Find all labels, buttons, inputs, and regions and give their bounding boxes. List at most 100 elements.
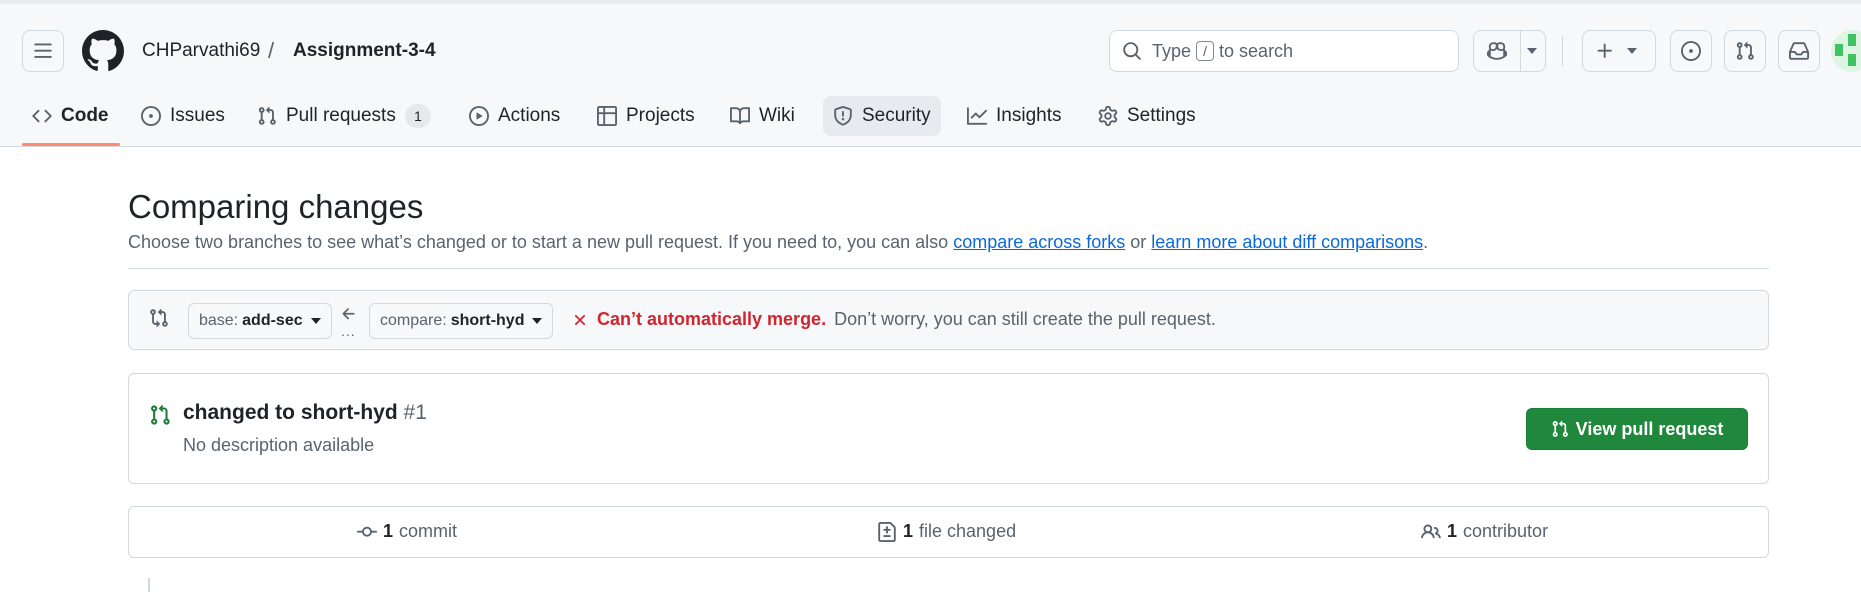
pull-requests-counter: 1 <box>404 104 431 128</box>
subtitle-end: . <box>1423 232 1429 252</box>
file-diff-icon <box>878 521 896 542</box>
copilot-icon <box>1486 42 1507 60</box>
inbox-icon <box>1789 42 1809 60</box>
chevron-down-icon <box>310 318 321 324</box>
range-dots: ... <box>341 323 356 339</box>
base-branch-select[interactable]: base: add-sec <box>188 303 332 339</box>
tab-settings-label: Settings <box>1127 105 1196 126</box>
user-avatar[interactable] <box>1831 30 1861 72</box>
page-title: Comparing changes <box>128 188 424 225</box>
copilot-button[interactable] <box>1474 41 1519 61</box>
git-pull-request-icon <box>258 106 276 125</box>
book-icon <box>730 107 750 125</box>
tab-insights-label: Insights <box>996 105 1062 126</box>
files-count: 1 <box>903 521 914 541</box>
compare-across-forks-link[interactable]: compare across forks <box>953 232 1125 252</box>
chevron-down-icon <box>1527 48 1538 54</box>
breadcrumb-separator: / <box>268 38 275 63</box>
compare-summary-bar: 1 commit 1 file changed 1 contributor <box>128 506 1769 558</box>
pull-request-title[interactable]: changed to short-hyd #1 <box>183 401 427 425</box>
tab-actions-label: Actions <box>498 105 561 126</box>
contributors-stat[interactable]: 1 contributor <box>1421 521 1548 542</box>
breadcrumb-owner[interactable]: CHParvathi69 <box>142 40 260 62</box>
tab-pull-requests[interactable]: Pull requests 1 <box>247 96 441 136</box>
tab-security[interactable]: Security <box>823 96 941 136</box>
copilot-divider <box>1520 31 1521 71</box>
tab-code[interactable]: Code <box>22 96 119 136</box>
commits-stat[interactable]: 1 commit <box>357 521 457 542</box>
tab-code-label: Code <box>61 105 109 126</box>
files-changed-stat[interactable]: 1 file changed <box>877 521 1016 542</box>
git-pull-request-icon <box>151 404 170 425</box>
pull-request-title-text: changed to short-hyd <box>183 401 398 424</box>
git-commit-icon <box>357 526 377 537</box>
chevron-down-icon <box>532 318 543 324</box>
base-branch-prefix: base: <box>199 312 239 329</box>
subtitle-or: or <box>1130 232 1147 252</box>
contributors-count: 1 <box>1447 521 1458 541</box>
code-icon <box>32 109 52 123</box>
search-shortcut-key: / <box>1196 41 1215 61</box>
graph-icon <box>967 107 987 125</box>
base-branch-name: add-sec <box>242 312 303 329</box>
compare-branch-name: short-hyd <box>450 312 525 329</box>
pull-request-icon <box>1736 41 1754 60</box>
tab-projects[interactable]: Projects <box>587 96 705 136</box>
search-input[interactable]: Type / to search <box>1109 30 1459 72</box>
existing-pull-request-box: changed to short-hyd #1 No description a… <box>128 373 1769 484</box>
tab-security-label: Security <box>862 105 931 126</box>
commits-count: 1 <box>383 521 394 541</box>
x-icon <box>574 314 586 325</box>
hamburger-menu-button[interactable] <box>22 30 64 72</box>
merge-status-error: Can’t automatically merge. <box>597 309 827 329</box>
view-pull-request-label: View pull request <box>1575 418 1724 439</box>
active-tab-underline <box>22 143 120 146</box>
plus-icon <box>1597 43 1612 58</box>
tab-wiki[interactable]: Wiki <box>720 96 805 136</box>
gear-icon <box>1098 106 1118 126</box>
shield-icon <box>834 106 852 126</box>
tab-pull-requests-label: Pull requests <box>286 105 396 126</box>
tab-actions[interactable]: Actions <box>459 96 570 136</box>
tab-settings[interactable]: Settings <box>1088 96 1206 136</box>
chevron-down-icon <box>1627 48 1637 54</box>
git-compare-icon <box>150 308 168 328</box>
inbox-button[interactable] <box>1778 30 1820 72</box>
tab-issues-label: Issues <box>170 105 225 126</box>
timeline-line <box>148 578 150 592</box>
git-pull-request-icon <box>1552 420 1568 437</box>
create-new-button[interactable] <box>1582 30 1656 72</box>
merge-status-note: Don’t worry, you can still create the pu… <box>834 309 1216 329</box>
subtitle-text: Choose two branches to see what’s change… <box>128 232 949 252</box>
copilot-button-group[interactable] <box>1473 30 1546 72</box>
breadcrumb-repo[interactable]: Assignment-3-4 <box>293 40 436 62</box>
view-pull-request-button[interactable]: View pull request <box>1526 408 1748 450</box>
tab-insights[interactable]: Insights <box>957 96 1071 136</box>
arrow-left-icon <box>342 308 355 320</box>
search-placeholder-suffix: to search <box>1219 40 1294 61</box>
tab-issues[interactable]: Issues <box>131 96 235 136</box>
learn-diff-comparisons-link[interactable]: learn more about diff comparisons <box>1151 232 1423 252</box>
merge-status: Can’t automatically merge. Don’t worry, … <box>571 309 1216 330</box>
page-subtitle: Choose two branches to see what’s change… <box>128 232 1428 253</box>
pull-request-number: #1 <box>403 401 427 424</box>
search-placeholder-prefix: Type <box>1152 40 1192 61</box>
search-icon <box>1123 42 1141 60</box>
github-logo-icon[interactable] <box>82 30 124 72</box>
table-icon <box>597 106 617 126</box>
compare-branch-prefix: compare: <box>380 312 447 329</box>
pull-request-description: No description available <box>183 435 375 455</box>
copilot-dropdown-button[interactable] <box>1519 48 1545 54</box>
compare-branch-select[interactable]: compare: short-hyd <box>369 303 554 339</box>
files-label: file changed <box>919 521 1017 541</box>
issue-opened-icon <box>141 106 161 126</box>
repo-header: CHParvathi69 / Assignment-3-4 Type / to … <box>0 0 1861 147</box>
play-icon <box>469 106 489 126</box>
section-divider <box>128 268 1769 269</box>
contributors-label: contributor <box>1463 521 1549 541</box>
your-issues-button[interactable] <box>1670 30 1712 72</box>
tab-projects-label: Projects <box>626 105 695 126</box>
issues-icon <box>1681 41 1701 61</box>
your-pull-requests-button[interactable] <box>1724 30 1766 72</box>
commits-label: commit <box>399 521 458 541</box>
